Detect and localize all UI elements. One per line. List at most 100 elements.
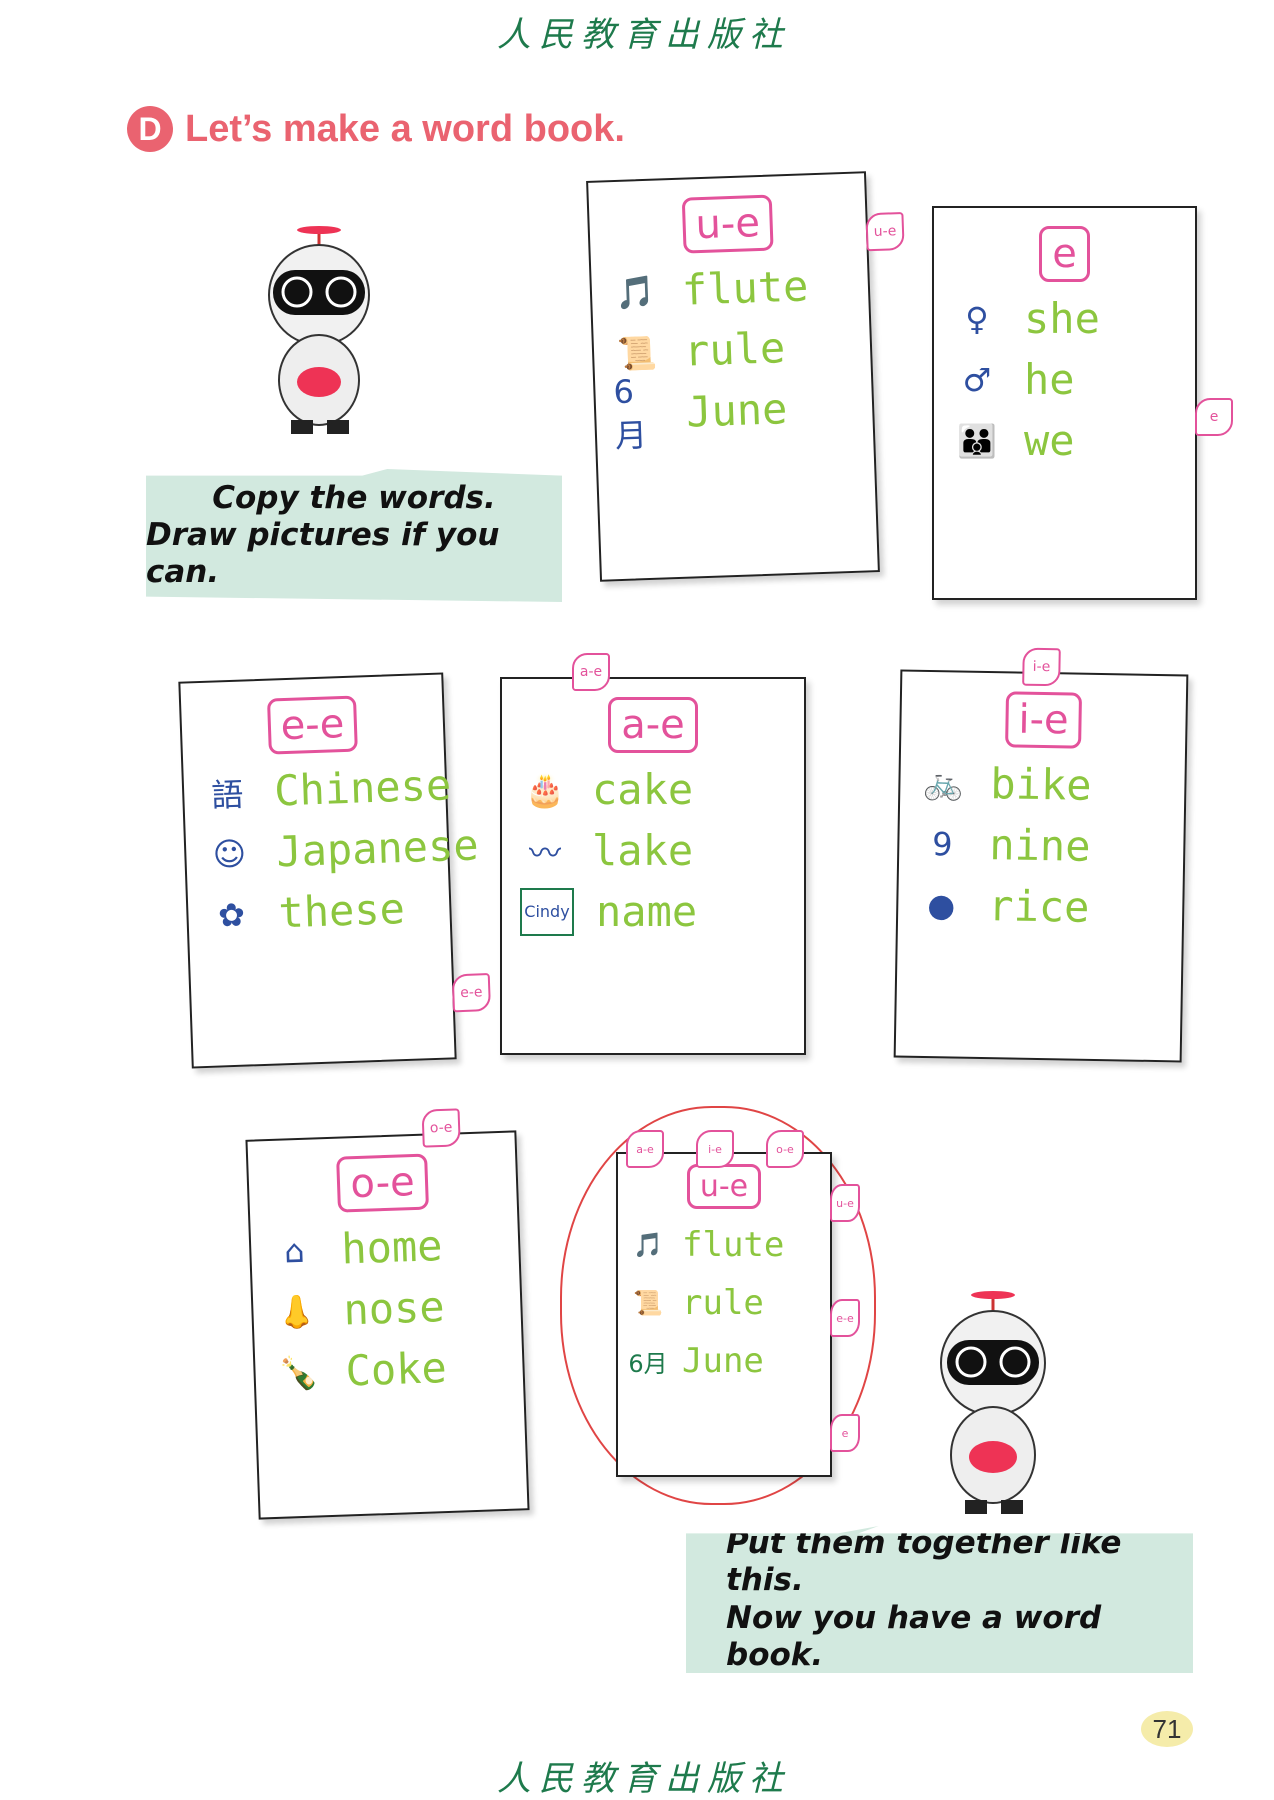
speech-bubble-instructions: Copy the words. Draw pictures if you can… — [146, 469, 562, 602]
word-row: 🎂 cake — [520, 765, 786, 814]
word-text: we — [1024, 416, 1075, 465]
card-header: o-e — [336, 1153, 429, 1213]
word-text: these — [277, 883, 406, 938]
bubble-line-2: Now you have a word book. — [726, 1599, 1102, 1673]
card-tab: i-e — [696, 1130, 734, 1168]
card-header: u-e — [686, 1164, 762, 1209]
card-header: e — [1039, 226, 1090, 282]
card-header: e-e — [266, 695, 359, 755]
textbook-page: 人民教育出版社 D Let’s make a word book. Copy t… — [0, 0, 1274, 1800]
word-text: bike — [990, 759, 1092, 810]
rule-paper-icon: 📜 — [616, 333, 658, 373]
bike-icon: 🚲 — [923, 763, 964, 803]
nine-icon: 9 — [931, 824, 953, 863]
bubble-line-2: Draw pictures if you can. — [146, 516, 500, 591]
word-card-o-e: o-e ⌂ home 👃 nose 🍾 Coke o-e — [245, 1108, 530, 1520]
coke-bottle-icon: 🍾 — [278, 1352, 320, 1393]
card-tab: e-e — [451, 973, 492, 1013]
card-header: u-e — [681, 194, 774, 254]
word-card-i-e: i-e 🚲 bike 9 nine ● rice i-e — [893, 647, 1189, 1063]
publisher-logo-bottom: 人民教育出版社 — [497, 1759, 791, 1799]
word-text: nine — [988, 820, 1091, 871]
bubble-line-1: Copy the words. — [212, 479, 496, 516]
rice-bowl-icon: ● — [927, 885, 956, 925]
word-picture-icon: 🎵 — [633, 1231, 663, 1259]
section-letter-badge: D — [127, 106, 173, 152]
girl-icon: ♀ — [965, 299, 989, 338]
card-tab: u-e — [865, 211, 905, 252]
word-text: lake — [592, 826, 694, 875]
word-text: rule — [683, 323, 787, 376]
speech-bubble-conclusion: Put them together like this. Now you hav… — [686, 1526, 1193, 1673]
japanese-girl-icon: ☺ — [212, 833, 247, 874]
card-tab: o-e — [766, 1130, 804, 1168]
flowers-icon: ✿ — [217, 895, 246, 934]
card-header: a-e — [608, 697, 698, 753]
chinese-book-icon: 語 — [210, 775, 244, 815]
combined-word-book: u-e 🎵 flute 📜 rule 6月 June a-e i-e o-e u-e e-e e — [616, 1130, 860, 1477]
word-text: cake — [592, 765, 694, 814]
card-tab: o-e — [421, 1108, 461, 1148]
word-text: nose — [342, 1282, 446, 1335]
word-text: she — [1024, 294, 1100, 343]
word-row: ✿ these — [206, 883, 433, 940]
house-icon: ⌂ — [283, 1231, 306, 1271]
flute-icon: 🎵 — [614, 272, 656, 312]
card-tab: e — [830, 1414, 860, 1452]
word-row: 6月 June — [612, 371, 855, 455]
word-row: 🎵 flute — [609, 260, 851, 317]
word-row: ⌂ home — [269, 1219, 502, 1276]
nose-icon: 👃 — [275, 1291, 318, 1332]
card-tab: e — [1195, 398, 1233, 436]
word-row: 📜 rule — [628, 1281, 820, 1325]
card-tab: i-e — [1022, 647, 1061, 687]
publisher-logo-top: 人民教育出版社 — [497, 15, 791, 55]
card-tab: a-e — [626, 1130, 664, 1168]
word-row: 〰 lake — [520, 826, 786, 875]
robot-mascot-icon — [268, 226, 370, 434]
section-heading: D Let’s make a word book. — [127, 106, 625, 152]
word-card-a-e: a-e 🎂 cake 〰 lake Cindy name a-e — [500, 653, 806, 1055]
section-title: Let’s make a word book. — [185, 107, 625, 150]
word-row: 語 Chinese — [201, 760, 452, 818]
word-row: ☺ Japanese — [204, 820, 479, 879]
word-row: ♀ she — [952, 294, 1177, 343]
card-header: i-e — [1004, 691, 1083, 749]
word-row: 9 nine — [917, 819, 1166, 872]
word-text: rice — [987, 881, 1090, 932]
word-text: name — [596, 887, 698, 936]
word-text: flute — [681, 261, 810, 315]
word-text: Chinese — [273, 760, 452, 816]
word-row: 🚲 bike — [918, 758, 1167, 811]
word-card-e: e ♀ she ♂ he 👪 we e — [932, 206, 1233, 600]
name-tag-icon: Cindy — [520, 887, 574, 936]
card-tab: a-e — [572, 653, 610, 691]
word-row: Cindy name — [520, 887, 786, 936]
word-text: June — [682, 1341, 764, 1381]
card-tab: u-e — [830, 1184, 860, 1222]
word-text: Japanese — [275, 820, 480, 877]
word-text: rule — [682, 1283, 764, 1323]
word-row: 👃 nose — [271, 1280, 504, 1337]
card-tab: e-e — [830, 1299, 860, 1337]
robot-mascot-icon — [940, 1291, 1046, 1514]
word-text: home — [340, 1221, 444, 1274]
word-text: Coke — [344, 1342, 448, 1396]
word-row: ♂ he — [952, 355, 1177, 404]
word-row: 🎵 flute — [628, 1223, 820, 1267]
word-text: flute — [682, 1225, 785, 1265]
word-row: 📜 rule — [611, 321, 853, 378]
group-icon: 👪 — [957, 421, 997, 460]
word-row: 6月 June — [628, 1339, 820, 1383]
boy-icon: ♂ — [962, 360, 992, 399]
word-picture-icon: 6月 — [628, 1349, 668, 1378]
word-card-u-e: u-e 🎵 flute 📜 rule 6月 June u-e — [586, 171, 905, 582]
june-calendar-icon: 6月 — [612, 371, 648, 455]
bubble-line-1: Put them together like this. — [726, 1525, 1122, 1599]
page-number: 71 — [1141, 1711, 1193, 1747]
word-text: June — [685, 384, 789, 437]
word-row: 🍾 Coke — [273, 1341, 506, 1398]
lake-icon: 〰 — [528, 833, 561, 872]
word-text: he — [1024, 355, 1075, 404]
word-row: 👪 we — [952, 416, 1177, 465]
